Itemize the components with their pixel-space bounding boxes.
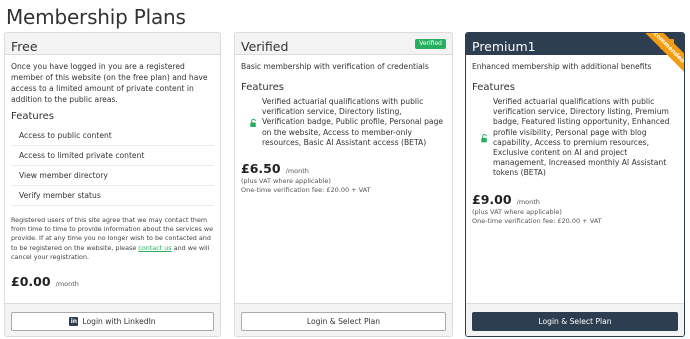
features-list: Access to public content Access to limit… xyxy=(11,126,214,206)
plan-description: Once you have logged in you are a regist… xyxy=(11,62,208,104)
card-footer: Login & Select Plan xyxy=(235,303,452,336)
feature-item: Access to limited private content xyxy=(11,146,214,166)
button-label: Login with LinkedIn xyxy=(82,317,156,326)
plan-description: Enhanced membership with additional bene… xyxy=(472,62,652,71)
card-body: Once you have logged in you are a regist… xyxy=(5,55,220,290)
feature-item: Verified actuarial qualifications with p… xyxy=(472,97,678,179)
feature-item: Access to public content xyxy=(11,126,214,146)
plan-price: £0.00 xyxy=(11,274,51,290)
card-header: Free xyxy=(5,33,220,55)
card-body: Enhanced membership with additional bene… xyxy=(466,55,684,226)
feature-item: Verified actuarial qualifications with p… xyxy=(241,97,446,148)
price-block: £0.00 /month xyxy=(11,271,214,290)
feature-text: Verified actuarial qualifications with p… xyxy=(262,97,444,147)
plan-description: Basic membership with verification of cr… xyxy=(241,62,429,71)
login-select-plan-button[interactable]: Login & Select Plan xyxy=(472,312,678,331)
plan-title: Verified xyxy=(241,39,289,54)
legal-notice: Registered users of this site agree that… xyxy=(11,216,214,262)
vat-note: (plus VAT where applicable) xyxy=(241,177,331,186)
price-unit: /month xyxy=(516,197,540,206)
page-title: Membership Plans xyxy=(6,5,186,29)
features-heading: Features xyxy=(11,111,54,122)
linkedin-icon: in xyxy=(69,317,79,326)
vat-note: (plus VAT where applicable) xyxy=(472,207,562,216)
unlock-icon xyxy=(481,134,487,143)
card-header: Verified Verified xyxy=(235,33,452,55)
price-unit: /month xyxy=(285,167,309,176)
card-footer: Login & Select Plan xyxy=(466,303,684,336)
verification-fee: One-time verification fee: £20.00 + VAT xyxy=(241,186,371,195)
feature-text: Verified actuarial qualifications with p… xyxy=(493,97,670,178)
plan-price: £6.50 xyxy=(241,161,281,177)
contact-us-link[interactable]: contact us xyxy=(138,244,171,252)
card-body: Basic membership with verification of cr… xyxy=(235,55,452,195)
features-heading: Features xyxy=(472,82,515,93)
price-block: £9.00 /month xyxy=(472,189,678,208)
login-with-linkedin-button[interactable]: in Login with LinkedIn xyxy=(11,312,214,331)
card-header: Premium1 Recommended xyxy=(466,33,684,78)
price-unit: /month xyxy=(55,280,79,289)
plan-card-free: Free Once you have logged in you are a r… xyxy=(4,32,221,337)
price-block: £6.50 /month xyxy=(241,158,446,177)
login-select-plan-button[interactable]: Login & Select Plan xyxy=(241,312,446,331)
unlock-icon xyxy=(250,118,256,128)
plan-title: Free xyxy=(11,39,38,54)
plan-price: £9.00 xyxy=(472,191,512,207)
verified-badge: Verified xyxy=(415,39,446,49)
plan-title: Premium1 xyxy=(472,39,536,54)
features-heading: Features xyxy=(241,82,284,93)
feature-item: View member directory xyxy=(11,166,214,186)
feature-item: Verify member status xyxy=(11,186,214,206)
plan-card-premium: Premium1 Recommended Enhanced membership… xyxy=(465,32,685,337)
plan-card-verified: Verified Verified Basic membership with … xyxy=(234,32,453,337)
card-footer: in Login with LinkedIn xyxy=(5,303,220,336)
verification-fee: One-time verification fee: £20.00 + VAT xyxy=(472,216,602,225)
